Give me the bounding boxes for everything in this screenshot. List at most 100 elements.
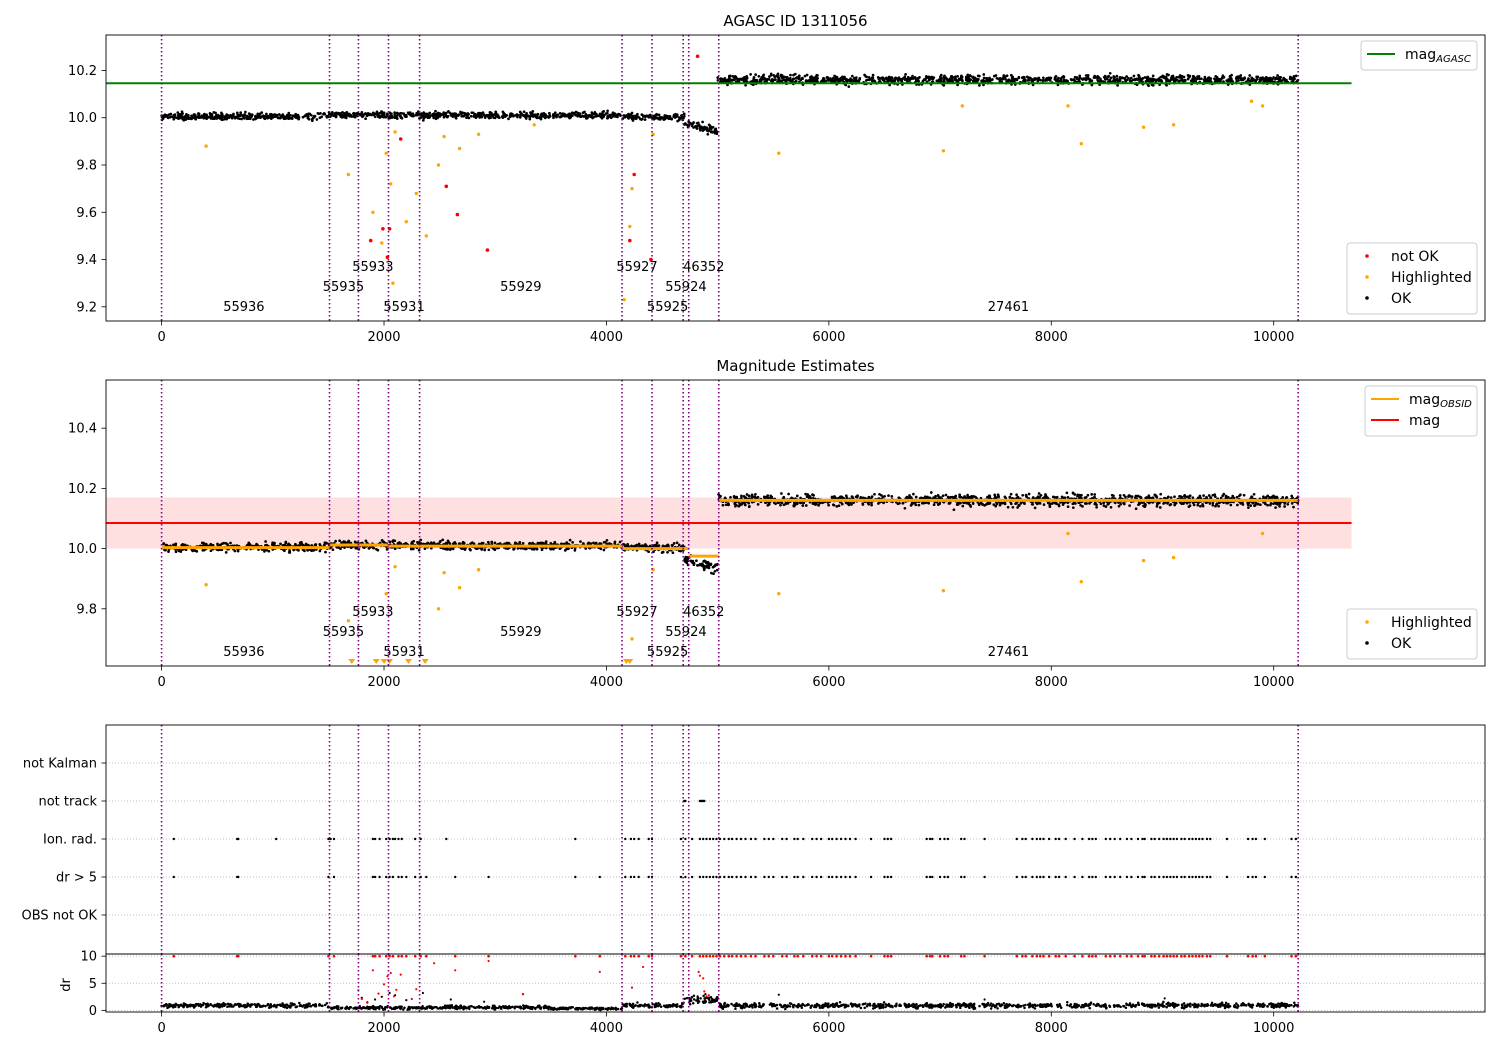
flag-point bbox=[1109, 875, 1112, 879]
ok-point bbox=[282, 116, 286, 120]
ok-point bbox=[220, 111, 223, 115]
ok-point bbox=[522, 110, 526, 114]
flag-point bbox=[1109, 837, 1112, 841]
ok-point bbox=[654, 543, 658, 547]
ok-point bbox=[956, 74, 959, 78]
ok-point bbox=[864, 75, 868, 78]
ok-point bbox=[514, 541, 517, 545]
ok-point bbox=[537, 541, 541, 545]
ok-point bbox=[1044, 493, 1047, 496]
ok-point bbox=[636, 112, 639, 116]
highlighted-point bbox=[941, 149, 946, 153]
flag-point bbox=[1198, 837, 1201, 841]
ok-point bbox=[630, 111, 634, 115]
ok-point bbox=[677, 118, 681, 122]
flag-point bbox=[405, 875, 408, 879]
legend-label: mag bbox=[1409, 413, 1440, 429]
ok-point bbox=[1007, 78, 1011, 82]
ok-point bbox=[673, 114, 676, 118]
highlighted-point bbox=[1141, 125, 1146, 129]
ok-point bbox=[1239, 493, 1242, 497]
ok-point bbox=[1146, 75, 1150, 79]
ok-point bbox=[675, 113, 679, 117]
flag-point bbox=[869, 837, 873, 841]
ok-point bbox=[1075, 77, 1079, 81]
ok-point bbox=[1024, 494, 1028, 497]
ok-point bbox=[978, 84, 981, 87]
ok-point bbox=[709, 130, 713, 134]
ok-point bbox=[532, 548, 536, 551]
ok-point bbox=[1088, 502, 1091, 505]
ok-point bbox=[792, 77, 795, 81]
x-tick-label: 10000 bbox=[1253, 675, 1294, 690]
ok-point bbox=[1276, 74, 1279, 77]
flag-point bbox=[735, 837, 738, 841]
ok-point bbox=[802, 501, 805, 505]
highlighted-point bbox=[1079, 580, 1084, 584]
ok-point bbox=[932, 496, 936, 499]
ok-point bbox=[1073, 75, 1077, 79]
ok-point bbox=[689, 559, 693, 563]
flag-point bbox=[684, 837, 687, 841]
highlighted-point bbox=[476, 568, 481, 572]
ok-point bbox=[1203, 75, 1207, 79]
flag-point bbox=[1091, 875, 1094, 879]
ok-point bbox=[1049, 76, 1053, 80]
flag-category-label: dr > 5 bbox=[56, 871, 97, 886]
ok-point bbox=[458, 542, 461, 545]
ok-point bbox=[412, 114, 415, 118]
ok-point bbox=[890, 495, 894, 498]
ok-point bbox=[1188, 504, 1192, 507]
ok-point bbox=[805, 73, 809, 77]
ok-point bbox=[1149, 78, 1153, 81]
ok-point bbox=[671, 551, 675, 555]
flag-point bbox=[819, 837, 823, 841]
ok-point bbox=[858, 76, 862, 80]
flag-point bbox=[839, 875, 843, 879]
ok-point bbox=[1262, 495, 1265, 499]
ok-point bbox=[750, 493, 754, 497]
ok-point bbox=[429, 114, 432, 117]
ok-point bbox=[905, 77, 908, 81]
ok-point bbox=[1198, 495, 1202, 499]
y-tick-label: 10.0 bbox=[68, 111, 97, 126]
ok-point bbox=[978, 74, 981, 78]
flag-point bbox=[960, 875, 963, 879]
ok-point bbox=[1266, 503, 1269, 507]
ok-point bbox=[917, 503, 921, 507]
flag-point bbox=[1141, 875, 1144, 879]
flag-point bbox=[371, 837, 375, 841]
flag-point bbox=[1064, 875, 1067, 879]
ok-point bbox=[1039, 78, 1043, 82]
ok-point bbox=[255, 542, 258, 546]
ok-point bbox=[571, 541, 574, 544]
ok-point bbox=[944, 493, 948, 497]
highlighted-point bbox=[1141, 558, 1146, 563]
ok-point bbox=[284, 540, 288, 544]
flag-point bbox=[1153, 837, 1156, 841]
ok-point bbox=[301, 543, 305, 547]
ok-point bbox=[1020, 76, 1024, 80]
ok-point bbox=[1252, 492, 1256, 496]
flag-point bbox=[730, 875, 734, 879]
flag-point bbox=[425, 875, 428, 879]
ok-point bbox=[954, 78, 958, 82]
ok-point bbox=[774, 78, 777, 81]
ok-point bbox=[1196, 77, 1199, 80]
ok-point bbox=[1134, 507, 1138, 511]
ok-point bbox=[213, 116, 216, 120]
ok-point bbox=[265, 112, 268, 116]
ok-point bbox=[648, 113, 652, 117]
ok-point bbox=[799, 78, 803, 82]
ok-point bbox=[831, 77, 835, 81]
ok-point bbox=[437, 114, 440, 117]
ok-point bbox=[1286, 502, 1290, 506]
ok-point bbox=[856, 79, 860, 83]
ok-point bbox=[442, 115, 446, 119]
ok-point bbox=[700, 125, 703, 129]
not-ok-point bbox=[381, 227, 385, 231]
ok-point bbox=[743, 501, 746, 505]
ok-point bbox=[1211, 493, 1215, 497]
ok-point bbox=[365, 114, 369, 118]
ok-point bbox=[805, 495, 809, 499]
